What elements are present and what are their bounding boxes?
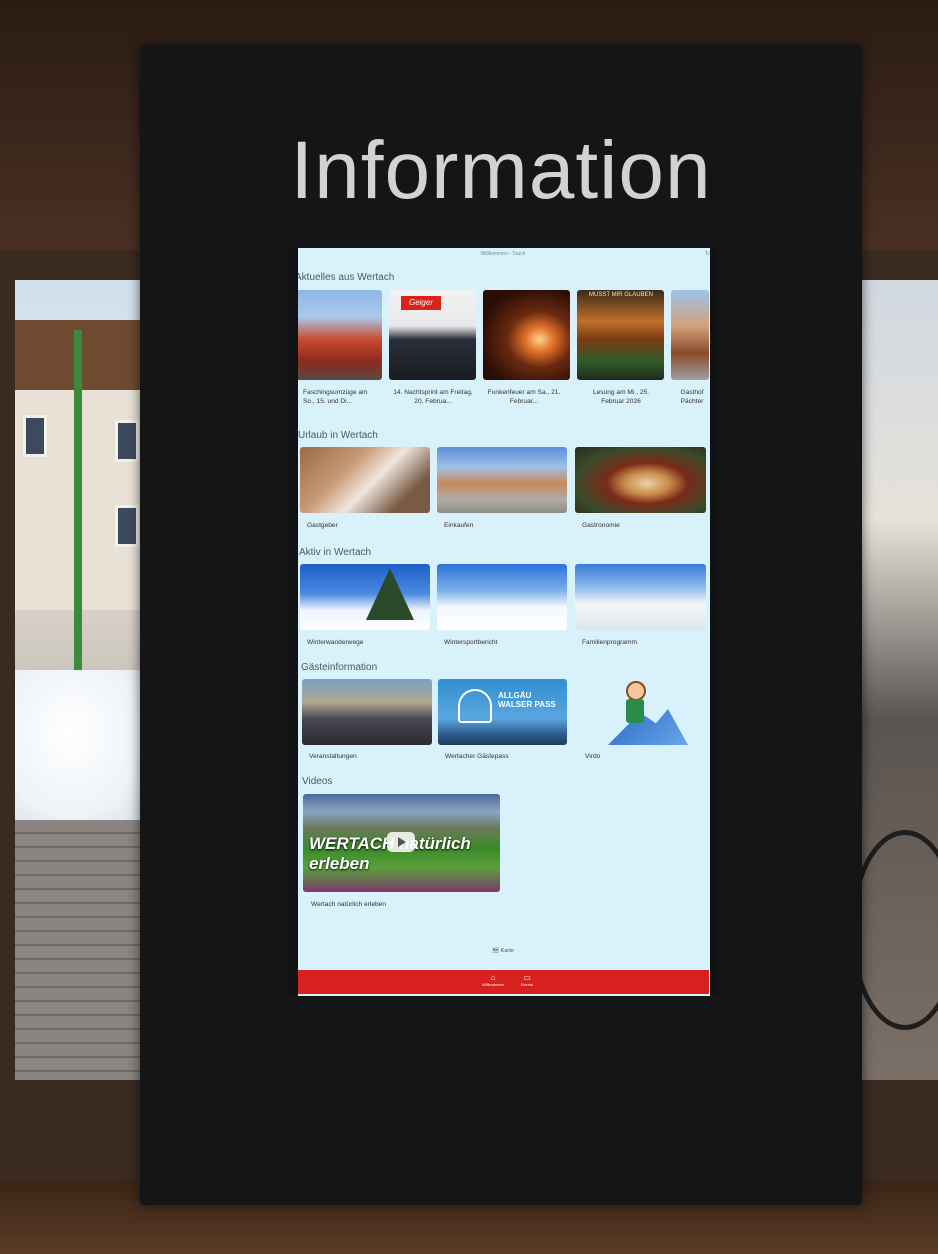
- section-title-videos: Videos: [302, 776, 333, 787]
- section-title-aktiv: Aktiv in Wertach: [299, 547, 372, 558]
- mascot-illustration: [578, 679, 708, 745]
- card-label: Faschingsumzüge am So., 15. und Di...: [303, 389, 368, 405]
- geiger-banner: Geiger: [401, 296, 441, 310]
- food-photo: [575, 447, 706, 513]
- map-link-label: Karte: [500, 948, 514, 954]
- card-label: Winterwanderwege: [307, 639, 364, 646]
- card-label: Virdo: [585, 753, 601, 760]
- mascot-mountain: [608, 709, 688, 745]
- house-window: [23, 415, 47, 457]
- window-titlebar: Willkommen - Touch ↻: [288, 248, 718, 260]
- snow-pile: [15, 670, 155, 830]
- card-label: Lesung am Mi., 25. Februar 2026: [592, 389, 650, 405]
- poster-title: MUSST MIR GLAUBEN: [589, 292, 653, 298]
- play-icon[interactable]: [387, 832, 415, 852]
- card-label: Wertach natürlich erleben: [311, 901, 387, 908]
- touch-screen[interactable]: Willkommen - Touch ↻ Aktuelles aus Werta…: [288, 248, 718, 996]
- home-icon: ⌂: [490, 973, 496, 982]
- section-title-aktuelles: Aktuelles aus Wertach: [295, 272, 395, 283]
- pass-logo-mark: [458, 689, 492, 723]
- map-icon: 🗺: [492, 948, 500, 954]
- window-title: Willkommen - Touch: [480, 251, 526, 257]
- section-title-urlaub: Urlaub in Wertach: [298, 430, 378, 441]
- pass-logo-text: ALLGÄU WALSER PASS: [498, 691, 556, 709]
- house-window: [115, 505, 139, 547]
- reading-poster: MUSST MIR GLAUBEN: [577, 290, 664, 380]
- kiosk-title: Information: [290, 125, 712, 216]
- card-label: Gasthof Pächter: [680, 389, 704, 405]
- card-label: Familienprogramm: [582, 639, 637, 646]
- nav-item-events[interactable]: ▭ Events: [512, 973, 542, 987]
- winter-tree-photo: [300, 564, 430, 630]
- section-title-gaesteinformation: Gästeinformation: [301, 662, 378, 673]
- mascot-head: [626, 681, 646, 701]
- family-winter-photo: [575, 564, 706, 630]
- village-street-photo: [437, 447, 567, 513]
- paved-sidewalk: [15, 820, 160, 1080]
- event-crowd-photo: [302, 679, 432, 745]
- screen-bezel-left: [288, 248, 298, 996]
- nav-item-label: Willkommen: [482, 982, 504, 987]
- mountain-video-thumbnail: WERTACH natürlich erleben: [303, 794, 500, 892]
- lodging-photo: [300, 447, 430, 513]
- card-label: Gastronomie: [582, 522, 620, 529]
- card-label: Gastgeber: [307, 522, 338, 529]
- skiers-photo: [437, 564, 567, 630]
- bottom-navigation: ⌂ Willkommen ▭ Events: [298, 970, 709, 994]
- mascot-body: [626, 699, 644, 723]
- house-window: [115, 420, 139, 462]
- allgaeu-walser-pass-logo: ALLGÄU WALSER PASS: [438, 679, 567, 745]
- night-sprint-photo: Geiger: [389, 290, 476, 380]
- bonfire-photo: [483, 290, 570, 380]
- nav-item-willkommen[interactable]: ⌂ Willkommen: [478, 973, 508, 987]
- card-label: Veranstaltungen: [309, 753, 357, 760]
- card-label: Einkaufen: [444, 522, 474, 529]
- nav-item-label: Events: [520, 982, 534, 987]
- chat-icon: ▭: [523, 973, 531, 982]
- tree-shape: [366, 568, 414, 620]
- parade-photo: [295, 290, 382, 380]
- card-label: Funkenfeuer am Sa., 21. Februar...: [487, 389, 561, 405]
- screen-bezel-right: [710, 248, 718, 996]
- card-label: 14. Nachtsprint am Freitag, 20. Februa..…: [393, 389, 473, 405]
- inn-photo: [671, 290, 709, 380]
- card-label: Wintersportbericht: [444, 639, 498, 646]
- card-label: Wertacher Gästepass: [445, 753, 509, 760]
- map-link[interactable]: 🗺 Karte: [288, 948, 718, 954]
